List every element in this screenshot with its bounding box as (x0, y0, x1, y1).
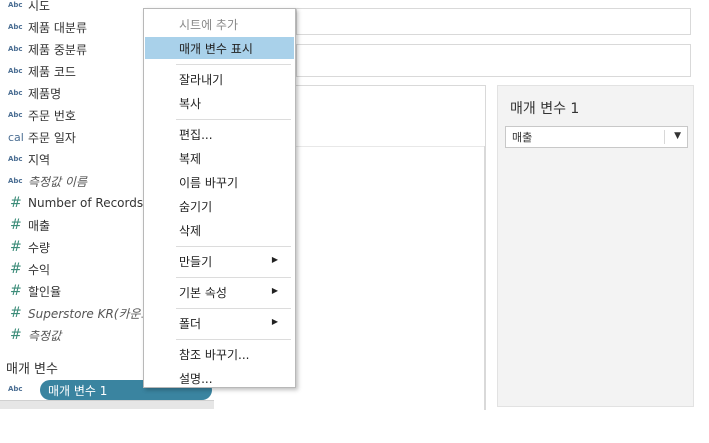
field-name: 주문 번호 (28, 108, 76, 123)
field-name: 제품명 (28, 86, 62, 101)
field-name: 매출 (28, 218, 51, 233)
string-type-icon: Abc (8, 155, 23, 163)
measure-type-icon: # (10, 283, 22, 299)
parameter-dropdown[interactable]: 매출 ▼ (505, 126, 688, 148)
menu-item-label: 복사 (179, 96, 202, 111)
menu-separator (176, 339, 291, 340)
menu-item-label: 설명... (179, 371, 213, 386)
view-divider (296, 146, 485, 147)
menu-item-label: 편집... (179, 127, 213, 142)
string-type-icon: Abc (8, 385, 23, 393)
menu-item[interactable]: 복사 (145, 92, 294, 114)
field-name: 제품 중분류 (28, 42, 88, 57)
field-name: 측정값 (28, 328, 62, 343)
field-name: 시도 (28, 0, 51, 13)
measure-type-icon: # (10, 195, 22, 211)
menu-item[interactable]: 잘라내기 (145, 68, 294, 90)
view-canvas[interactable] (296, 85, 486, 410)
menu-item[interactable]: 기본 속성 ▶ (145, 281, 294, 303)
menu-item-label: 폴더 (179, 316, 202, 331)
parameter-dropdown-value: 매출 (512, 131, 533, 144)
rows-shelf[interactable] (296, 44, 691, 77)
context-menu: 시트에 추가매개 변수 표시잘라내기복사편집... 복제이름 바꾸기숨기기삭제만들… (143, 8, 296, 388)
columns-shelf[interactable] (296, 8, 691, 35)
parameter-field-name: 매개 변수 1 (48, 383, 108, 398)
menu-item-label: 기본 속성 (179, 285, 227, 300)
field-name: Superstore KR(카운트) (28, 306, 157, 321)
field-name: 수량 (28, 240, 51, 255)
menu-item-label: 삭제 (179, 223, 202, 238)
field-name: 제품 코드 (28, 64, 76, 79)
menu-item[interactable]: 이름 바꾸기 (145, 171, 294, 193)
menu-separator (176, 64, 291, 65)
menu-item[interactable]: 폴더 ▶ (145, 312, 294, 334)
string-type-icon: Abc (8, 177, 23, 185)
menu-item[interactable]: 만들기 ▶ (145, 250, 294, 272)
measure-type-icon: # (10, 217, 22, 233)
field-name: 주문 일자 (28, 130, 76, 145)
parameters-header-label: 매개 변수 (6, 361, 58, 377)
string-type-icon: Abc (8, 23, 23, 31)
field-name: 지역 (28, 152, 51, 167)
field-name: 할인율 (28, 284, 62, 299)
menu-item-label: 복제 (179, 151, 202, 166)
measure-type-icon: # (10, 239, 22, 255)
string-type-icon: Abc (8, 67, 23, 75)
measure-type-icon: # (10, 261, 22, 277)
string-type-icon: Abc (8, 89, 23, 97)
dropdown-separator (664, 130, 665, 144)
calendar-icon: cal (8, 130, 24, 144)
menu-item[interactable]: 삭제 (145, 219, 294, 241)
menu-item-label: 숨기기 (179, 199, 213, 214)
field-name: 제품 대분류 (28, 20, 88, 35)
menu-item-label: 참조 바꾸기... (179, 347, 250, 362)
parameter-control-card: 매개 변수 1 매출 ▼ (497, 85, 694, 407)
submenu-arrow-icon: ▶ (271, 286, 278, 295)
measure-type-icon: # (10, 327, 22, 343)
menu-separator (176, 119, 291, 120)
menu-item-label: 이름 바꾸기 (179, 175, 239, 190)
menu-item[interactable]: 설명... (145, 367, 294, 389)
menu-item-label: 잘라내기 (179, 72, 224, 87)
menu-item[interactable]: 편집... (145, 123, 294, 145)
string-type-icon: Abc (8, 45, 23, 53)
parameter-card-title: 매개 변수 1 (510, 101, 580, 117)
menu-item-label: 시트에 추가 (179, 17, 239, 32)
menu-item[interactable]: 매개 변수 표시 (145, 37, 294, 59)
menu-separator (176, 277, 291, 278)
menu-item-label: 만들기 (179, 254, 213, 269)
string-type-icon: Abc (8, 1, 23, 9)
field-name: Number of Records (28, 196, 144, 210)
menu-item[interactable]: 참조 바꾸기... (145, 343, 294, 365)
menu-item[interactable]: 숨기기 (145, 195, 294, 217)
menu-item: 시트에 추가 (145, 13, 294, 35)
menu-separator (176, 308, 291, 309)
submenu-arrow-icon: ▶ (271, 317, 278, 326)
menu-item-label: 매개 변수 표시 (179, 41, 253, 56)
chevron-down-icon[interactable]: ▼ (674, 131, 681, 141)
view-vertical-divider (484, 146, 485, 410)
field-name: 수익 (28, 262, 51, 277)
menu-item[interactable]: 복제 (145, 147, 294, 169)
data-pane-bottom-strip (0, 400, 214, 409)
field-name: 측정값 이름 (28, 174, 88, 189)
string-type-icon: Abc (8, 111, 23, 119)
menu-separator (176, 246, 291, 247)
submenu-arrow-icon: ▶ (271, 255, 278, 264)
measure-type-icon: # (10, 305, 22, 321)
